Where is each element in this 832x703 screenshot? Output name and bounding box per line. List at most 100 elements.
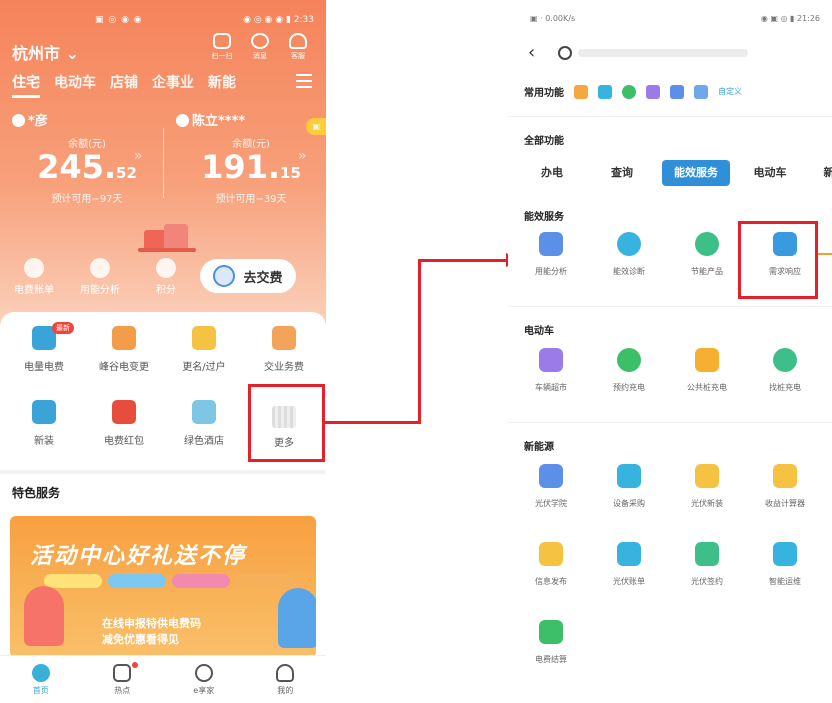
tab-residential[interactable]: 住宅 xyxy=(12,72,40,98)
function-item[interactable]: 公共桩充电 xyxy=(668,334,746,412)
shortcut-icon[interactable] xyxy=(598,84,612,99)
function-item[interactable]: 预约充电 xyxy=(590,334,668,412)
nav-home[interactable]: 首页 xyxy=(11,663,71,696)
function-item[interactable]: 车辆超市 xyxy=(512,334,590,412)
tab-new-energy[interactable]: 新能 xyxy=(208,72,236,98)
tab-query[interactable]: 查询 xyxy=(592,160,652,186)
service-label: 电量电费 xyxy=(24,362,64,373)
notification-dot xyxy=(132,661,139,668)
function-icon xyxy=(539,348,563,372)
function-tabs: 办电 查询 能效服务 电动车 新能源 xyxy=(522,160,832,186)
function-item[interactable]: 收益计算器 xyxy=(746,450,824,528)
shortcut-icon[interactable] xyxy=(574,84,588,99)
banner-chips xyxy=(44,574,294,588)
service-label: 电费红包 xyxy=(104,436,144,447)
function-item[interactable]: 智能运维 xyxy=(746,528,824,606)
function-item[interactable]: 找桩充电 xyxy=(746,334,824,412)
function-icon xyxy=(695,542,719,566)
status-bar-left: ▣ · 0.00K/s xyxy=(530,14,576,23)
shortcut-icon[interactable] xyxy=(694,84,708,99)
nav-mine[interactable]: 我的 xyxy=(255,663,315,696)
function-item[interactable]: 光伏学院 xyxy=(512,450,590,528)
connector-line xyxy=(418,259,421,424)
home-icon xyxy=(176,114,189,127)
function-item[interactable]: 设备采购 xyxy=(590,450,668,528)
new-energy-grid: 光伏学院 设备采购 光伏新装 收益计算器信息发布 光伏账单 光伏签约 智能运维电费结算 xyxy=(512,450,824,684)
function-label: 预约充电 xyxy=(613,383,645,392)
shortcut-icon[interactable] xyxy=(622,84,636,99)
connector-line xyxy=(418,259,508,262)
nav-hot[interactable]: 热点 xyxy=(92,661,152,696)
tab-ev[interactable]: 电动车 xyxy=(740,160,800,186)
back-button[interactable]: ‹ xyxy=(528,42,535,63)
featured-services: 特色服务 活动中心好礼送不停 在线申报特供电费码 减免优惠看得见 xyxy=(0,474,326,664)
function-item[interactable]: 能效诊断 xyxy=(590,218,668,296)
left-phone-home: ▣ ◎ ◉ ◉ ◉ ◎ ◉ ◉ ▮ 2:33 杭州市 ⌄ 扫一扫 消息 客服 住… xyxy=(0,0,326,703)
search-input[interactable] xyxy=(558,40,818,66)
news-icon xyxy=(113,663,132,682)
ev-grid: 车辆超市 预约充电 公共桩充电 找桩充电 xyxy=(512,334,824,412)
service-label: 交业务费 xyxy=(264,362,304,373)
function-icon xyxy=(773,542,797,566)
service-icon xyxy=(112,400,136,424)
section-title: 全部功能 xyxy=(524,136,564,147)
tab-efficiency[interactable]: 能效服务 xyxy=(662,160,730,186)
function-item[interactable]: 光伏签约 xyxy=(668,528,746,606)
function-label: 电费结算 xyxy=(535,655,567,664)
pay-button[interactable]: 去交费 xyxy=(200,259,296,293)
shortcut-icon[interactable] xyxy=(646,84,660,99)
tab-shop[interactable]: 店铺 xyxy=(110,72,138,98)
service-item[interactable]: 交业务费 xyxy=(244,320,324,394)
tab-handle[interactable]: 办电 xyxy=(522,160,582,186)
city-selector[interactable]: 杭州市 ⌄ xyxy=(12,40,79,64)
service-item[interactable]: 峰谷电变更 xyxy=(84,320,164,394)
function-label: 车辆超市 xyxy=(535,383,567,392)
points-button[interactable]: 积分 xyxy=(142,258,190,296)
function-item[interactable]: 电费结算 xyxy=(512,606,590,684)
tab-enterprise[interactable]: 企事业 xyxy=(152,72,194,98)
function-item[interactable]: 信息发布 xyxy=(512,528,590,606)
function-icon xyxy=(695,232,719,256)
usage-analysis-button[interactable]: 用能分析 xyxy=(76,258,124,296)
function-label: 设备采购 xyxy=(613,499,645,508)
function-item[interactable]: 用能分析 xyxy=(512,218,590,296)
user-icon xyxy=(276,663,295,682)
promo-banner[interactable]: 活动中心好礼送不停 在线申报特供电费码 减免优惠看得见 xyxy=(10,516,316,658)
function-label: 收益计算器 xyxy=(765,499,805,508)
status-bar-right: ◉ ▣ ◎ ▮ 21:26 xyxy=(760,14,820,23)
service-button[interactable]: 客服 xyxy=(286,33,310,61)
scan-button[interactable]: 扫一扫 xyxy=(210,33,234,61)
message-button[interactable]: 消息 xyxy=(248,33,272,61)
service-item[interactable]: 电费红包 xyxy=(84,394,164,468)
function-item[interactable]: 节能产品 xyxy=(668,218,746,296)
shortcut-icon[interactable] xyxy=(670,84,684,99)
function-icon xyxy=(773,464,797,488)
function-label: 智能运维 xyxy=(769,577,801,586)
tab-ev[interactable]: 电动车 xyxy=(54,72,96,98)
customize-link[interactable]: 自定义 xyxy=(718,86,742,97)
home-icon xyxy=(12,114,25,127)
function-icon xyxy=(773,348,797,372)
highlight-more-box xyxy=(248,384,325,462)
pointer-line xyxy=(818,253,832,255)
function-item[interactable]: 光伏账单 xyxy=(590,528,668,606)
service-item[interactable]: 更名/过户 xyxy=(164,320,244,394)
right-phone-all-functions: ▣ · 0.00K/s ◉ ▣ ◎ ▮ 21:26 ‹ 常用功能 自定义 全部功… xyxy=(508,0,832,703)
service-item[interactable]: 最新 电量电费 xyxy=(4,320,84,394)
bill-button[interactable]: 电费账单 xyxy=(10,258,58,296)
service-item[interactable]: 绿色酒店 xyxy=(164,394,244,468)
menu-icon[interactable] xyxy=(296,74,312,88)
service-icon xyxy=(192,326,216,350)
category-tabs: 住宅 电动车 店铺 企事业 新能 xyxy=(12,72,236,98)
function-label: 公共桩充电 xyxy=(687,383,727,392)
function-label: 节能产品 xyxy=(691,267,723,276)
nav-ehome[interactable]: e享家 xyxy=(174,663,234,696)
wallet-badge[interactable]: ▣ xyxy=(306,118,326,135)
tab-new-energy[interactable]: 新能源 xyxy=(810,160,832,186)
function-item[interactable]: 光伏新装 xyxy=(668,450,746,528)
service-item[interactable]: 新装 xyxy=(4,394,84,468)
mascot-icon xyxy=(213,265,236,287)
function-label: 用能分析 xyxy=(535,267,567,276)
function-label: 找桩充电 xyxy=(769,383,801,392)
headset-icon xyxy=(289,33,307,49)
